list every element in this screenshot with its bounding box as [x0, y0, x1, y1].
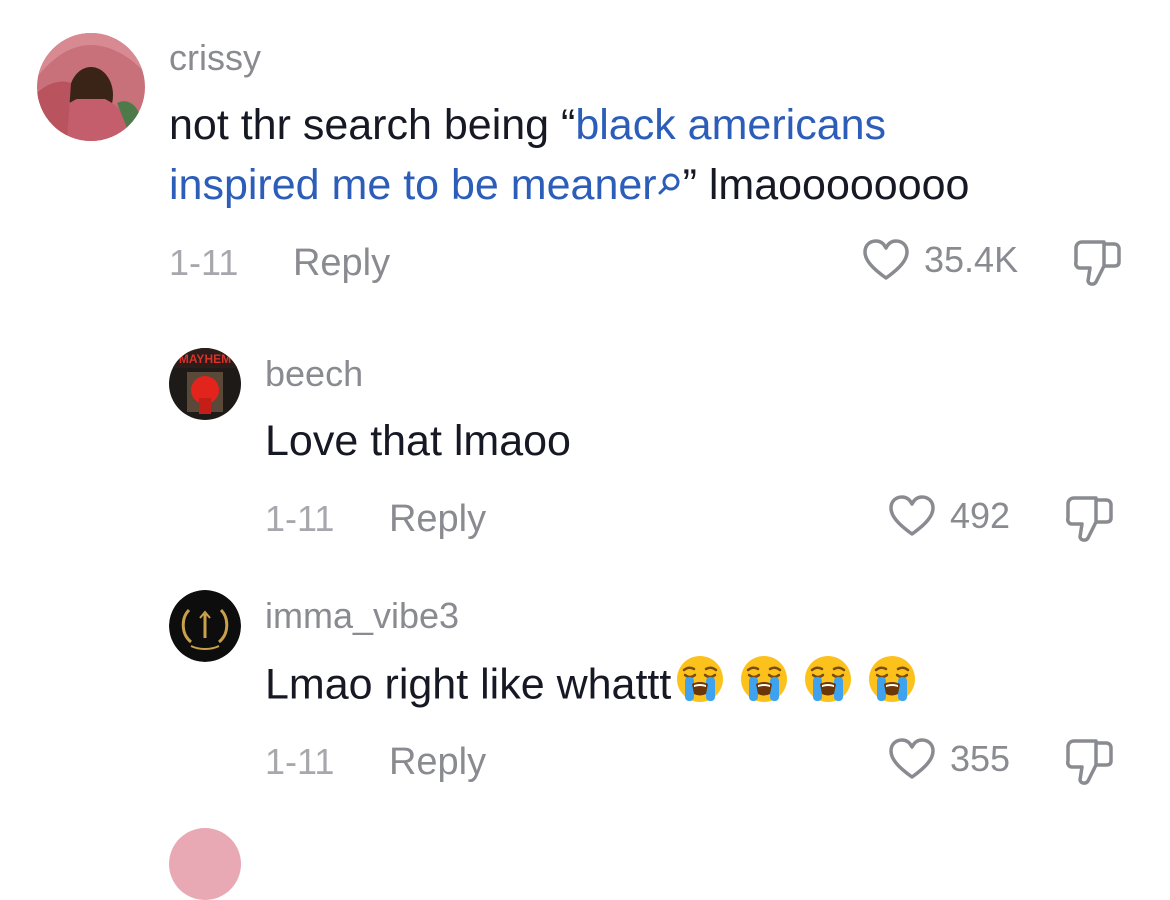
comment-text: Lmao right like whattt	[265, 654, 917, 720]
reply-button[interactable]: Reply	[389, 498, 486, 540]
loudly-crying-face-icon	[867, 654, 917, 720]
dislike-button[interactable]	[1072, 238, 1126, 293]
thumbs-down-icon	[1066, 496, 1113, 542]
search-icon	[657, 153, 683, 213]
comment-text-prefix: not thr search being “	[169, 101, 576, 149]
thumbs-down-icon	[1074, 240, 1121, 286]
loudly-crying-face-icon	[739, 654, 789, 720]
thumbs-down-icon	[1066, 739, 1113, 785]
comment-date: 1-11	[265, 741, 335, 782]
comment-date: 1-11	[169, 242, 239, 283]
comment-meta: 1-11 Reply	[265, 743, 486, 781]
like-button[interactable]: 355	[888, 737, 1010, 781]
comment-text-content: Lmao right like whattt	[265, 660, 672, 709]
like-button[interactable]: 492	[888, 494, 1010, 538]
avatar-image	[37, 33, 145, 141]
username[interactable]: imma_vibe3	[265, 598, 459, 634]
like-button[interactable]: 35.4K	[862, 238, 1018, 282]
avatar[interactable]	[169, 828, 241, 900]
comment-meta: 1-11 Reply	[265, 500, 486, 538]
svg-text:MAYHEM: MAYHEM	[179, 352, 231, 366]
comment-meta: 1-11 Reply	[169, 244, 390, 282]
reply-button[interactable]: Reply	[389, 741, 486, 783]
heart-icon	[889, 738, 935, 779]
username[interactable]: crissy	[169, 40, 261, 76]
like-count: 492	[950, 495, 1011, 536]
emoji-row	[671, 656, 917, 708]
dislike-button[interactable]	[1064, 737, 1118, 792]
username[interactable]: beech	[265, 356, 363, 392]
like-count: 355	[950, 738, 1011, 779]
comment-text: Love that lmaoo	[265, 417, 571, 465]
comment-date: 1-11	[265, 498, 335, 539]
avatar-image: MAYHEM	[169, 348, 241, 420]
comment-text: not thr search being “black americans ins…	[169, 95, 1129, 215]
avatar[interactable]	[37, 33, 145, 141]
loudly-crying-face-icon	[803, 654, 853, 720]
avatar[interactable]: MAYHEM	[169, 348, 241, 420]
comment-text-suffix: ” lmaoooooooo	[682, 161, 970, 209]
avatar[interactable]	[169, 590, 241, 662]
reply-button[interactable]: Reply	[293, 242, 390, 284]
loudly-crying-face-icon	[675, 654, 725, 720]
heart-icon	[863, 239, 909, 280]
like-count: 35.4K	[924, 239, 1019, 280]
heart-icon	[889, 495, 935, 536]
dislike-button[interactable]	[1064, 494, 1118, 549]
avatar-image	[169, 590, 241, 662]
